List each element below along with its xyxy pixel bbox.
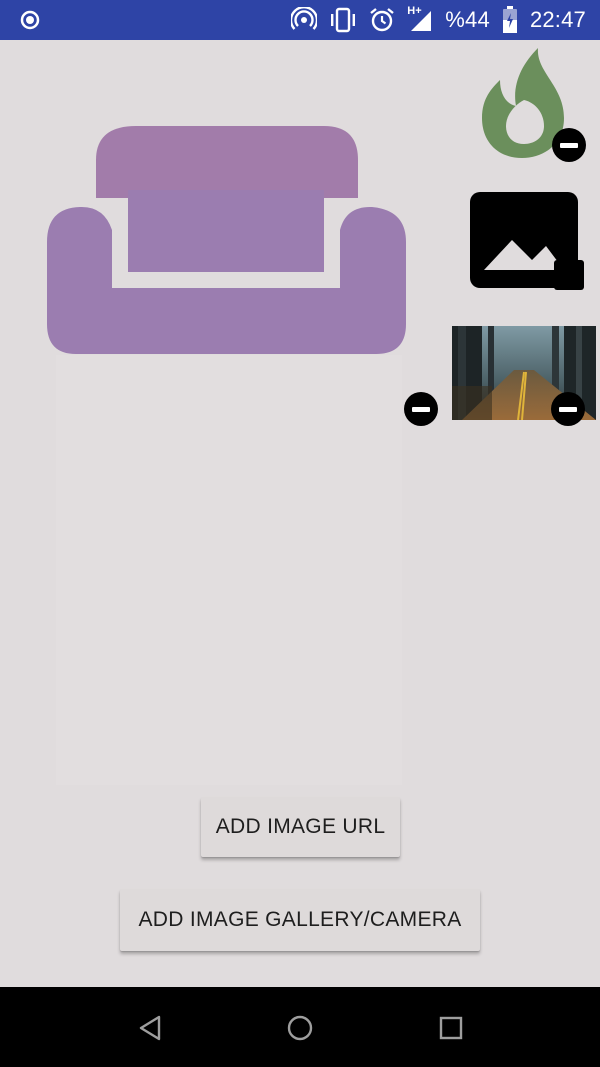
radio-button-icon	[20, 10, 40, 30]
image-placeholder-icon	[470, 192, 584, 290]
status-icons: H+ %44 22:47	[291, 0, 586, 40]
back-triangle-icon[interactable]	[136, 1013, 166, 1043]
remove-fire-button[interactable]	[552, 128, 586, 162]
home-circle-icon[interactable]	[285, 1013, 315, 1043]
add-image-url-button[interactable]: ADD IMAGE URL	[201, 797, 400, 857]
thumbnail-image-placeholder[interactable]	[468, 190, 586, 294]
battery-charging-icon	[502, 6, 517, 33]
remove-photo-left-button[interactable]	[404, 392, 438, 426]
remove-photo-button[interactable]	[551, 392, 585, 426]
status-bar: H+ %44 22:47	[0, 0, 600, 40]
vibrate-icon	[331, 7, 356, 33]
signal-indicator: H+	[407, 5, 433, 33]
main-image-column	[56, 355, 402, 785]
clock: 22:47	[529, 7, 586, 32]
alarm-icon	[370, 8, 395, 32]
signal-icon	[411, 11, 432, 31]
add-image-gallery-camera-button[interactable]: ADD IMAGE GALLERY/CAMERA	[120, 889, 480, 951]
hotspot-icon	[291, 7, 318, 30]
recent-square-icon[interactable]	[436, 1013, 466, 1043]
battery-percent: %44	[445, 7, 490, 32]
sofa-icon[interactable]	[40, 120, 410, 360]
navigation-bar	[0, 987, 600, 1067]
app-screen: H+ %44 22:47 ADD IMAGE URL ADD IMAGE GAL…	[0, 0, 600, 1067]
